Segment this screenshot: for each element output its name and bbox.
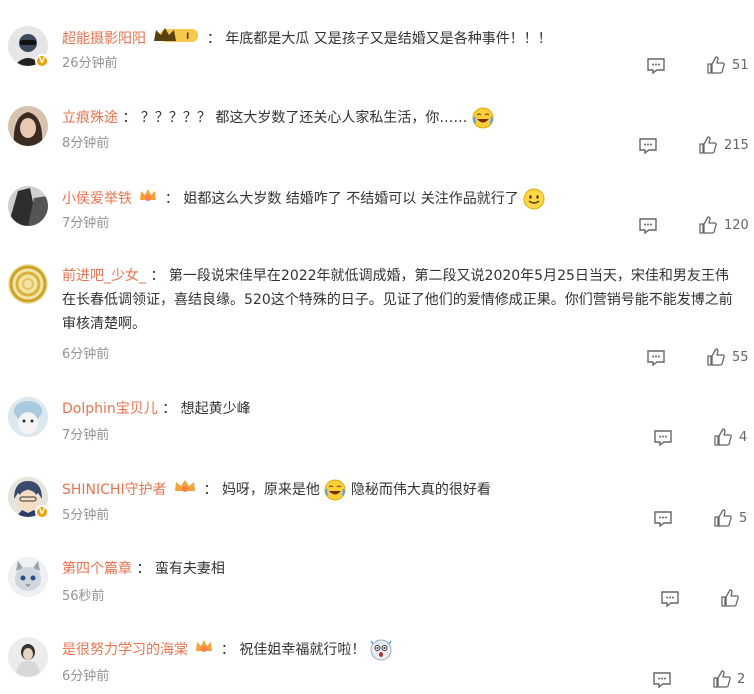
comment-separator: ： xyxy=(220,642,235,658)
like-count: 215 xyxy=(724,138,749,153)
avatar[interactable] xyxy=(8,186,48,226)
avatar[interactable] xyxy=(8,106,48,146)
reply-icon[interactable] xyxy=(646,57,666,75)
comment-time: 26分钟前 xyxy=(62,56,118,71)
like-icon[interactable] xyxy=(720,589,740,607)
avatar[interactable] xyxy=(8,637,48,677)
laugh-cry-emoji-icon xyxy=(472,107,494,129)
reply-icon[interactable] xyxy=(652,671,672,689)
crown-level-number: I xyxy=(186,32,189,42)
comment-username[interactable]: Dolphin宝贝儿 xyxy=(62,401,158,417)
verified-badge-icon: V xyxy=(35,505,49,519)
comment-separator: ： xyxy=(122,110,137,126)
smile-emoji-icon xyxy=(523,188,545,210)
like-count: 4 xyxy=(739,430,748,445)
comment-text: 祝佳姐幸福就行啦！ xyxy=(239,642,366,658)
crown-level-badge-icon[interactable]: I xyxy=(152,26,200,52)
comment-separator: ： xyxy=(162,401,177,417)
comment-username[interactable]: 第四个篇章 xyxy=(62,561,132,577)
crown-fan-badge-icon[interactable] xyxy=(173,477,197,503)
comment-list: V 超能摄影阳阳 I ： 年底都是大瓜 又是孩子又是结婚又是各种事件！！！ 26… xyxy=(0,0,754,694)
comment-time: 7分钟前 xyxy=(62,428,110,443)
avatar[interactable] xyxy=(8,557,48,597)
like-icon[interactable] xyxy=(706,348,726,366)
like-icon[interactable] xyxy=(706,56,726,74)
avatar[interactable] xyxy=(8,397,48,437)
comment-time: 56秒前 xyxy=(62,589,105,604)
comment-time: 5分钟前 xyxy=(62,508,110,523)
comment-text: 蛮有夫妻相 xyxy=(154,561,225,577)
reply-icon[interactable] xyxy=(660,590,680,608)
reply-icon[interactable] xyxy=(638,217,658,235)
comment-text: 想起黄少峰 xyxy=(180,401,251,417)
comment-time: 7分钟前 xyxy=(62,216,110,231)
comment-time: 6分钟前 xyxy=(62,669,110,684)
like-icon[interactable] xyxy=(713,428,733,446)
like-count: 51 xyxy=(732,58,749,73)
comment-text: 隐秘而伟大真的很好看 xyxy=(350,482,491,498)
verified-badge-icon: V xyxy=(35,54,49,68)
comment-username[interactable]: 超能摄影阳阳 xyxy=(62,31,146,47)
avatar[interactable] xyxy=(8,264,48,304)
like-icon[interactable] xyxy=(713,509,733,527)
reply-icon[interactable] xyxy=(653,429,673,447)
comment-separator: ： xyxy=(206,31,221,47)
comment-time: 8分钟前 xyxy=(62,136,110,151)
crown-fan-badge-icon[interactable] xyxy=(194,637,214,663)
like-count: 55 xyxy=(732,350,749,365)
reply-icon[interactable] xyxy=(646,349,666,367)
comment-text-before: 妈呀，原来是他 xyxy=(221,482,320,498)
crown-fan-badge-icon[interactable] xyxy=(138,186,158,212)
comment-time: 6分钟前 xyxy=(62,347,110,362)
comment-username[interactable]: 前进吧_少女_ xyxy=(62,268,146,284)
comment-username[interactable]: 是很努力学习的海棠 xyxy=(62,642,188,658)
laugh-cry-emoji-icon xyxy=(324,479,346,501)
comment-text: ？？？？？ 都这大岁数了还关心人家私生活，你…… xyxy=(140,110,468,126)
comment-separator: ： xyxy=(203,482,218,498)
reply-icon[interactable] xyxy=(638,137,658,155)
like-count: 120 xyxy=(724,218,749,233)
reply-icon[interactable] xyxy=(653,510,673,528)
shocked-emoji-icon xyxy=(370,639,392,661)
comment-separator: ： xyxy=(136,561,151,577)
like-icon[interactable] xyxy=(698,136,718,154)
like-icon[interactable] xyxy=(712,670,732,688)
like-count: 5 xyxy=(739,511,748,526)
like-count: 2 xyxy=(737,672,746,687)
comment-username[interactable]: 小侯爱举铁 xyxy=(62,191,132,207)
comment-separator: ： xyxy=(150,268,165,284)
comment-separator: ： xyxy=(164,191,179,207)
comment-text: 姐都这么大岁数 结婚咋了 不结婚可以 关注作品就行了 xyxy=(183,191,519,207)
comment-username[interactable]: 立痕殊途 xyxy=(62,110,118,126)
like-icon[interactable] xyxy=(698,216,718,234)
comment-username[interactable]: SHINICHI守护者 xyxy=(62,482,167,498)
comment-text: 年底都是大瓜 又是孩子又是结婚又是各种事件！！！ xyxy=(225,31,552,47)
